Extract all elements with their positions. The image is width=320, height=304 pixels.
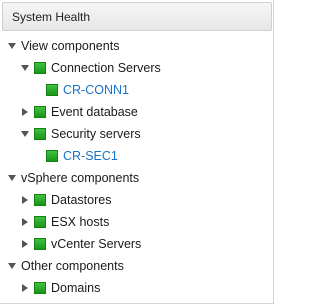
status-green-icon [34,62,46,74]
server-link[interactable]: CR-SEC1 [63,149,118,163]
tree-node-label: vSphere components [21,171,140,185]
tree-leaf-cr-conn1[interactable]: CR-CONN1 [46,79,129,101]
status-green-icon [46,84,58,96]
status-green-icon [34,216,46,228]
tree-node-label: Datastores [51,193,112,207]
tree-node-domains[interactable]: Domains [20,277,100,299]
tree-node-label: Security servers [51,127,141,141]
tree-node-vsphere-components[interactable]: vSphere components [7,167,139,189]
status-green-icon [34,106,46,118]
status-green-icon [34,128,46,140]
tree-node-label: Event database [51,105,138,119]
tree-node-connection-servers[interactable]: Connection Servers [20,57,161,79]
tree-leaf-cr-sec1[interactable]: CR-SEC1 [46,145,118,167]
tree-node-other-components[interactable]: Other components [7,255,124,277]
tree-node-event-database[interactable]: Event database [20,101,138,123]
expanded-triangle-icon[interactable] [7,41,17,51]
panel-header: System Health [2,2,272,31]
tree-node-security-servers[interactable]: Security servers [20,123,141,145]
tree-node-datastores[interactable]: Datastores [20,189,111,211]
system-health-panel: System Health View components Connection… [0,0,274,304]
expanded-triangle-icon[interactable] [20,63,30,73]
tree-node-label: Domains [51,281,101,295]
tree-node-vcenter-servers[interactable]: vCenter Servers [20,233,141,255]
server-link[interactable]: CR-CONN1 [63,83,129,97]
status-green-icon [34,238,46,250]
tree-node-label: View components [21,39,120,53]
collapsed-triangle-icon[interactable] [20,107,30,117]
expanded-triangle-icon[interactable] [7,173,17,183]
tree-node-label: Connection Servers [51,61,161,75]
tree-node-label: vCenter Servers [51,237,142,251]
collapsed-triangle-icon[interactable] [20,239,30,249]
expanded-triangle-icon[interactable] [7,261,17,271]
tree-node-esx-hosts[interactable]: ESX hosts [20,211,109,233]
tree-node-label: Other components [21,259,124,273]
status-green-icon [34,282,46,294]
collapsed-triangle-icon[interactable] [20,195,30,205]
status-green-icon [34,194,46,206]
tree-node-view-components[interactable]: View components [7,35,119,57]
collapsed-triangle-icon[interactable] [20,217,30,227]
tree-node-label: ESX hosts [51,215,110,229]
status-green-icon [46,150,58,162]
collapsed-triangle-icon[interactable] [20,283,30,293]
expanded-triangle-icon[interactable] [20,129,30,139]
